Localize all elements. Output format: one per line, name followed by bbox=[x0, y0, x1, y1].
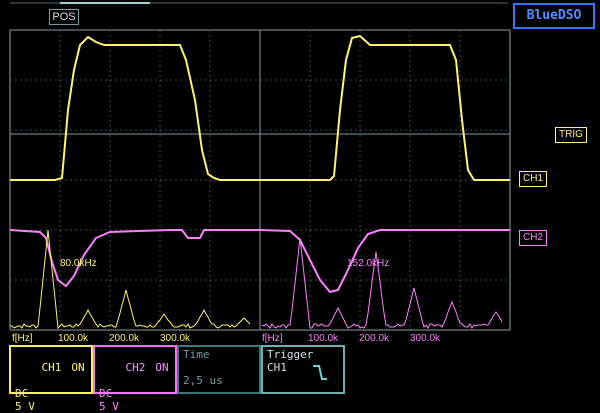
ch1-coupling: DC bbox=[15, 387, 29, 400]
app-logo: BlueDSO bbox=[513, 3, 595, 29]
ch1-header-row: CH1 ON bbox=[15, 348, 87, 387]
fft-left-tick: 300.0k bbox=[160, 333, 191, 344]
trigger-title: Trigger bbox=[267, 348, 314, 361]
trigger-panel[interactable]: Trigger CH1 bbox=[261, 345, 345, 394]
ch1-offset-marker[interactable]: CH1 bbox=[519, 171, 548, 187]
ch2-header-row: CH2 ON bbox=[99, 348, 171, 387]
falling-edge-icon bbox=[313, 365, 327, 380]
ch1-fft-spectrum bbox=[10, 229, 251, 330]
scope-screen: f[Hz] 100.0k 200.0k 300.0k f[Hz] 100.0k … bbox=[9, 2, 511, 344]
ch2-coupling: DC bbox=[99, 387, 113, 400]
ch2-name: CH2 bbox=[125, 361, 146, 374]
ch1-name: CH1 bbox=[41, 361, 62, 374]
ch2-settings-panel[interactable]: CH2 ON DC 5 V bbox=[93, 345, 177, 413]
ch2-scale: 5 V bbox=[99, 400, 119, 413]
ch1-settings-panel[interactable]: CH1 ON DC 5 V bbox=[9, 345, 93, 413]
ch1-peak-frequency: 80.0kHz bbox=[60, 258, 97, 269]
time-title: Time bbox=[183, 348, 210, 361]
ch2-offset-marker[interactable]: CH2 bbox=[519, 230, 548, 246]
time-value: 2,5 us bbox=[183, 374, 223, 387]
fft-right-unit: f[Hz] bbox=[262, 333, 283, 344]
fft-left-tick: 200.0k bbox=[109, 333, 140, 344]
trigger-level-marker[interactable]: TRIG bbox=[555, 127, 587, 143]
fft-right-tick: 100.0k bbox=[308, 333, 339, 344]
ch2-fft-spectrum bbox=[261, 237, 503, 329]
ch1-state: ON bbox=[71, 361, 85, 374]
fft-left-unit: f[Hz] bbox=[12, 333, 33, 344]
fft-right-tick: 200.0k bbox=[359, 333, 390, 344]
ch1-scale: 5 V bbox=[15, 400, 35, 413]
fft-right-tick: 300.0k bbox=[410, 333, 441, 344]
ch2-peak-frequency: 152.0kHz bbox=[347, 258, 389, 269]
position-button[interactable]: POS bbox=[49, 9, 79, 25]
ch2-state: ON bbox=[155, 361, 169, 374]
time-spacer bbox=[183, 361, 255, 374]
timebase-panel[interactable]: Time 2,5 us bbox=[177, 345, 261, 394]
fft-left-tick: 100.0k bbox=[58, 333, 89, 344]
